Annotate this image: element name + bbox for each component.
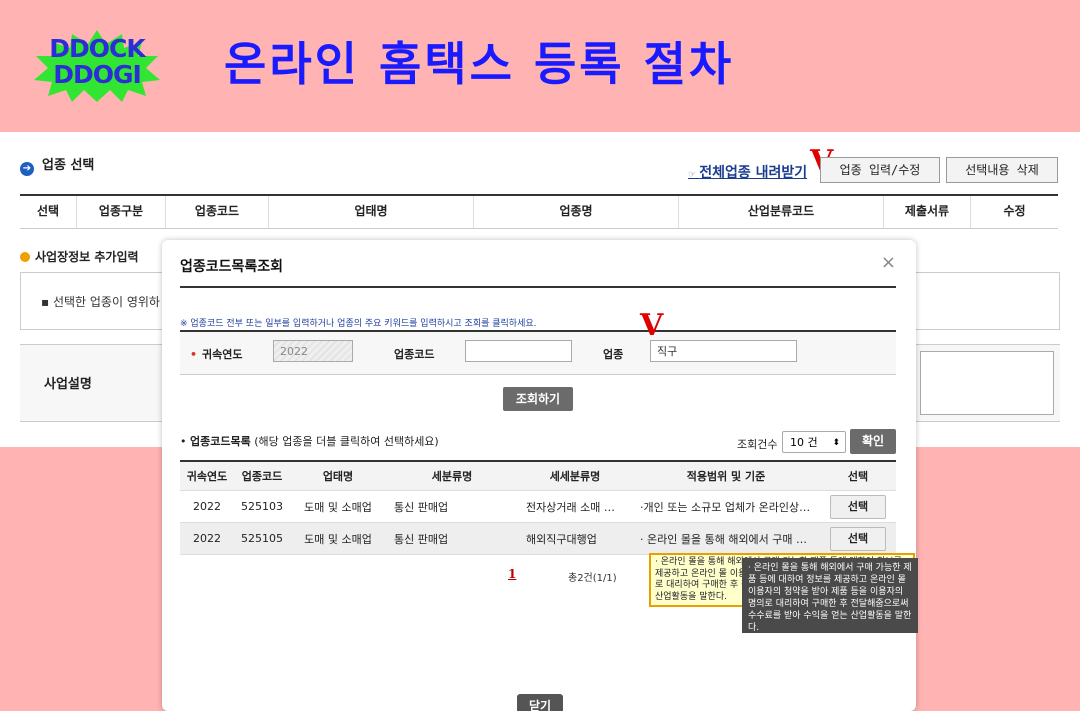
dialog-title: 업종코드목록조회 xyxy=(180,259,284,275)
industry-code-lookup-dialog: 업종코드목록조회 × ※ 업종코드 전부 또는 일부를 입력하거나 업종의 주요… xyxy=(162,240,918,711)
delete-selection-button[interactable]: 선택내용 삭제 xyxy=(946,157,1058,183)
col-edit: 수정 xyxy=(1003,204,1026,218)
list-title: • 업종코드목록 (해당 업종을 더블 클릭하여 선택하세요) xyxy=(180,435,439,448)
scope-tooltip-dark: · 온라인 몰을 통해 해외에서 구매 가능한 제품 등에 대하여 정보를 제공… xyxy=(742,558,918,633)
table-row[interactable]: 2022 525103 도매 및 소매업 통신 판매업 전자상거래 소매 … ·… xyxy=(180,491,896,523)
code-label: 업종코드 xyxy=(394,348,435,361)
search-form: • 귀속연도 2022 업종코드 업종 직구 xyxy=(180,330,896,375)
cell-code: 525105 xyxy=(241,532,283,545)
year-input: 2022 xyxy=(273,340,353,362)
col-documents: 제출서류 xyxy=(884,196,971,228)
th-detail-class: 세세분류명 xyxy=(549,470,601,483)
cell-select: 선택 xyxy=(820,523,896,554)
download-icon: ☞ xyxy=(688,170,700,180)
col-industry-class: 산업분류코드 xyxy=(679,196,884,228)
cell-year: 2022 xyxy=(193,500,221,513)
year-label: • 귀속연도 xyxy=(190,348,243,361)
business-desc-label: 사업설명 xyxy=(44,377,92,392)
industry-input-button[interactable]: 업종 입력/수정 xyxy=(820,157,940,183)
download-all-link[interactable]: ☞ 전체업종 내려받기 xyxy=(688,162,807,182)
info-text: ▪ 선택한 업종이 영위하 xyxy=(41,295,160,309)
code-input[interactable] xyxy=(465,340,572,362)
cell-subclass: 통신 판매업 xyxy=(394,532,449,546)
industry-table-header: 선택 업종구분 업종코드 업태명 업종명 산업분류코드 제출서류 수정 xyxy=(20,194,1058,229)
col-biz-type: 업태명 xyxy=(269,196,474,228)
th-scope: 적용범위 및 기준 xyxy=(686,470,766,483)
bullet-icon xyxy=(20,252,30,262)
cell-detail-class: 전자상거래 소매 … xyxy=(526,500,615,514)
industry-label: 업종 xyxy=(603,348,624,361)
industry-code-table: 귀속연도 업종코드 업태명 세분류명 세세분류명 적용범위 및 기준 선택 20… xyxy=(180,460,896,555)
col-type: 업종구분 xyxy=(77,196,166,228)
th-select: 선택 xyxy=(847,470,869,483)
table-header-row: 귀속연도 업종코드 업태명 세분류명 세세분류명 적용범위 및 기준 선택 xyxy=(180,462,896,491)
v-check-mark: V xyxy=(640,308,664,343)
select-button[interactable]: 선택 xyxy=(830,494,886,519)
updown-arrow-icon: ⬍ xyxy=(832,438,840,448)
table-row[interactable]: 2022 525105 도매 및 소매업 통신 판매업 해외직구대행업 · 온라… xyxy=(180,523,896,555)
cell-year: 2022 xyxy=(193,532,221,545)
close-icon[interactable]: × xyxy=(881,252,896,273)
logo-line-1: DDOCK xyxy=(49,34,145,63)
th-biz-type: 업태명 xyxy=(322,470,354,483)
th-code: 업종코드 xyxy=(241,470,283,483)
cell-biz-type: 도매 및 소매업 xyxy=(304,532,372,546)
col-industry-name: 업종명 xyxy=(474,196,679,228)
count-select[interactable]: 10 건 ⬍ xyxy=(782,431,846,453)
cell-subclass: 통신 판매업 xyxy=(394,500,449,514)
search-button[interactable]: 조회하기 xyxy=(503,387,573,411)
page-number-link[interactable]: 1 xyxy=(508,567,516,581)
arrow-circle-icon: ➔ xyxy=(20,162,34,176)
th-year: 귀속연도 xyxy=(186,470,228,483)
col-code: 업종코드 xyxy=(166,196,269,228)
section-title-extra: 사업장정보 추가입력 xyxy=(20,248,139,265)
section-title-industry: ➔ 업종 선택 xyxy=(20,154,94,176)
select-button[interactable]: 선택 xyxy=(830,526,886,551)
business-desc-textarea[interactable] xyxy=(920,351,1054,415)
cell-code: 525103 xyxy=(241,500,283,513)
cell-scope: ·개인 또는 소규모 업체가 온라인상… xyxy=(640,500,811,514)
cell-scope: · 온라인 몰을 통해 해외에서 구매 … xyxy=(640,532,808,546)
banner-title: 온라인 홈택스 등록 절차 xyxy=(224,37,735,91)
cell-detail-class: 해외직구대행업 xyxy=(526,532,597,546)
search-hint: ※ 업종코드 전부 또는 일부를 입력하거나 업종의 주요 키워드를 입력하시고… xyxy=(180,319,537,329)
page-total: 총2건(1/1) xyxy=(568,573,617,584)
ddockddogi-logo: DDOCK DDOGI xyxy=(32,30,162,102)
count-label: 조회건수 xyxy=(737,438,778,451)
th-subclass: 세분류명 xyxy=(431,470,473,483)
title-divider xyxy=(180,286,896,288)
confirm-button[interactable]: 확인 xyxy=(850,429,896,454)
title-banner: DDOCK DDOGI 온라인 홈택스 등록 절차 xyxy=(0,0,1080,132)
logo-line-2: DDOGI xyxy=(53,60,142,89)
cell-select: 선택 xyxy=(820,491,896,522)
industry-input[interactable]: 직구 xyxy=(650,340,797,362)
col-select: 선택 xyxy=(20,196,77,228)
close-button[interactable]: 닫기 xyxy=(517,694,563,711)
cell-biz-type: 도매 및 소매업 xyxy=(304,500,372,514)
